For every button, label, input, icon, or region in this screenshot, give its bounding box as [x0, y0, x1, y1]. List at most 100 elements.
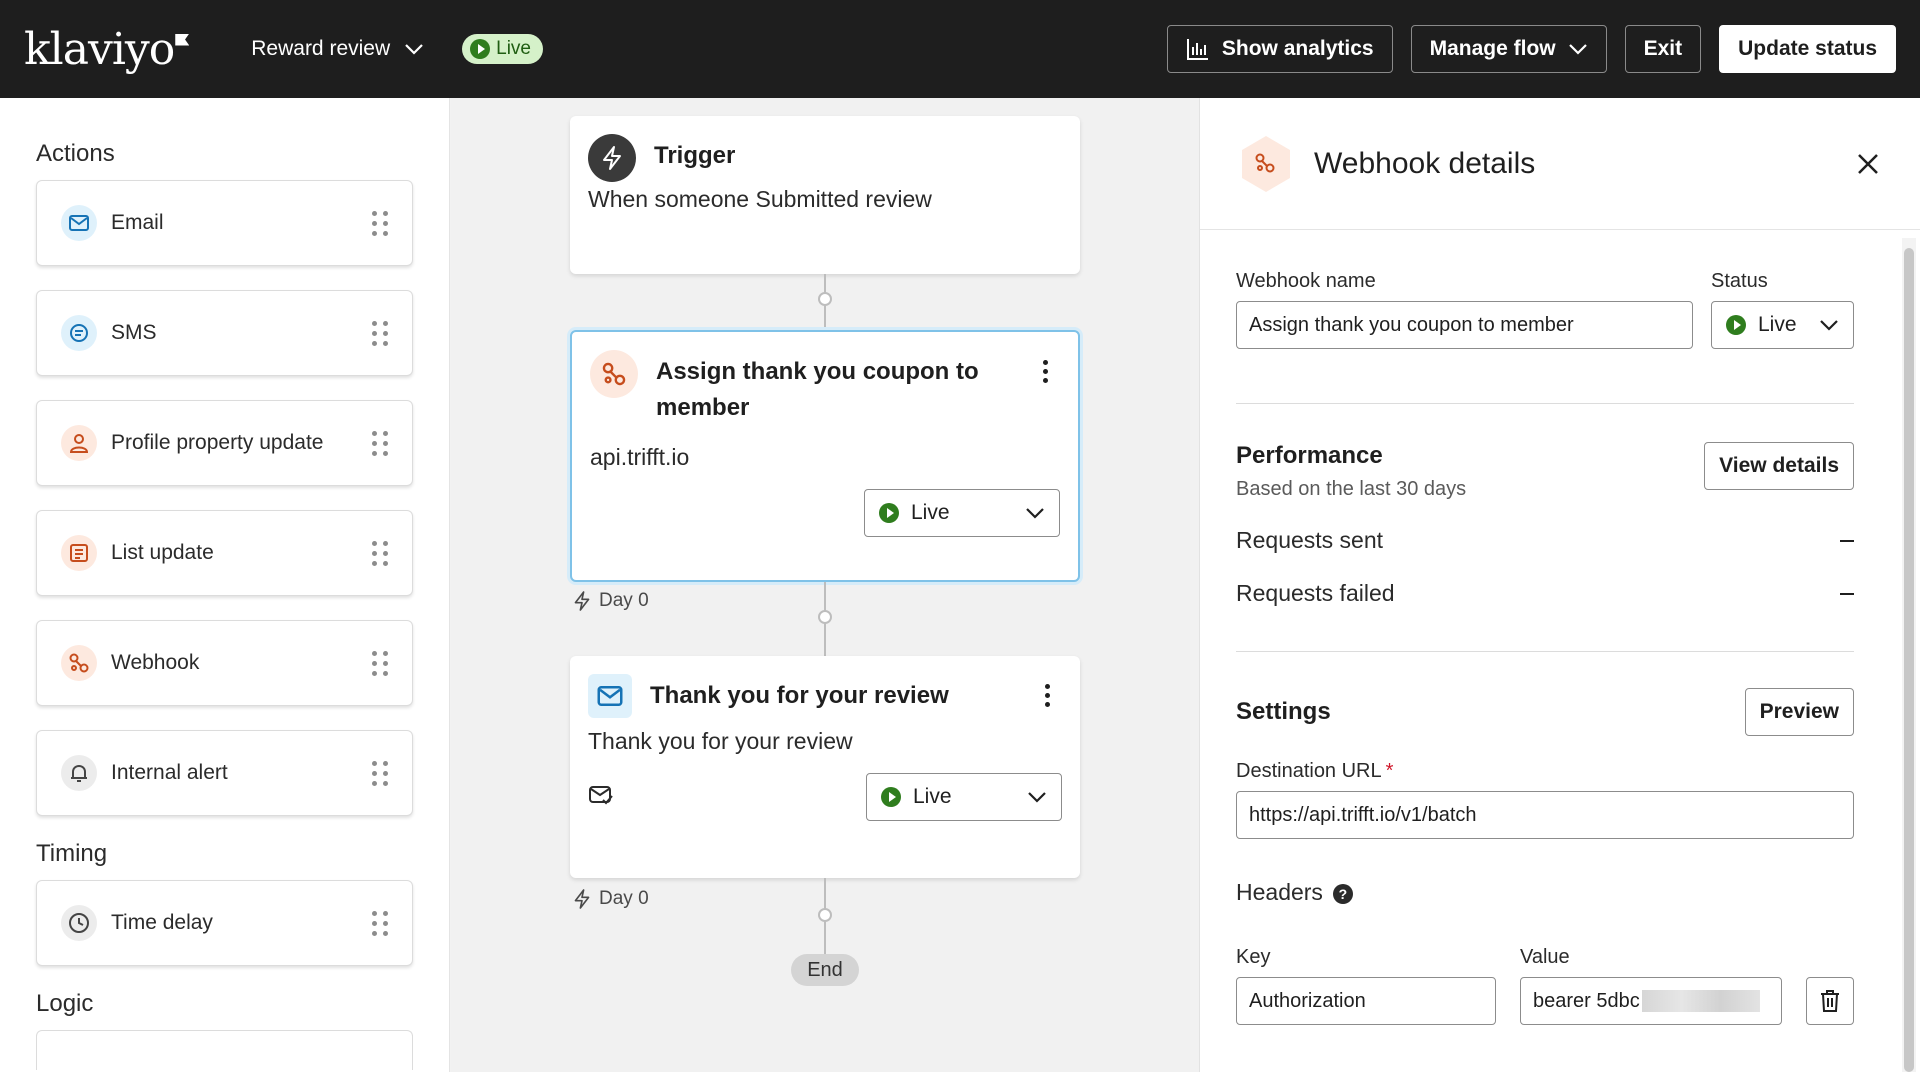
webhook-status-select[interactable]: Live	[1711, 301, 1854, 349]
bar-chart-icon	[1186, 39, 1208, 60]
destination-url-input[interactable]: https://api.trifft.io/v1/batch	[1236, 791, 1854, 839]
webhook-name-value: Assign thank you coupon to member	[1249, 313, 1574, 336]
add-step-dot[interactable]	[818, 292, 832, 306]
drag-handle-icon[interactable]	[372, 540, 388, 566]
requests-sent-row: Requests sent	[1236, 527, 1854, 554]
action-item-partial[interactable]	[36, 1030, 413, 1070]
drag-handle-icon[interactable]	[372, 910, 388, 936]
add-step-dot[interactable]	[818, 908, 832, 922]
preview-label: Preview	[1759, 700, 1839, 723]
masked-value	[1641, 990, 1760, 1012]
scrollbar-thumb[interactable]	[1904, 248, 1914, 1072]
email-node[interactable]: Thank you for your review Thank you for …	[570, 656, 1080, 878]
trigger-node[interactable]: Trigger When someone Submitted review	[570, 116, 1080, 274]
chevron-down-icon	[1028, 792, 1046, 803]
header-key-value: Authorization	[1249, 989, 1366, 1012]
empty-value-dash	[1840, 539, 1854, 542]
view-details-label: View details	[1719, 454, 1839, 477]
day-label: Day 0	[573, 888, 649, 910]
mail-check-icon	[588, 784, 614, 811]
flow-canvas[interactable]: Trigger When someone Submitted review As…	[451, 98, 1199, 1072]
view-details-button[interactable]: View details	[1704, 442, 1854, 490]
update-status-button[interactable]: Update status	[1719, 25, 1896, 73]
play-icon	[879, 503, 899, 523]
flow-name: Reward review	[251, 37, 391, 60]
webhook-node-title: Assign thank you coupon to member	[656, 358, 979, 421]
webhook-name-label: Webhook name	[1236, 270, 1376, 292]
webhook-node-status-select[interactable]: Live	[864, 489, 1060, 537]
exit-button[interactable]: Exit	[1624, 25, 1702, 73]
divider	[1236, 651, 1854, 652]
panel-title: Webhook details	[1314, 146, 1536, 180]
exit-label: Exit	[1643, 37, 1683, 60]
action-item-sms[interactable]: SMS	[36, 290, 413, 376]
headers-label: Headers?	[1236, 879, 1854, 906]
more-options-icon[interactable]	[1045, 674, 1062, 707]
performance-title: Performance	[1236, 442, 1383, 469]
update-status-label: Update status	[1738, 37, 1877, 60]
more-options-icon[interactable]	[1043, 350, 1060, 383]
chevron-down-icon	[1820, 320, 1838, 331]
status-select-value: Live	[913, 785, 952, 808]
drag-handle-icon[interactable]	[372, 430, 388, 456]
action-item-email[interactable]: Email	[36, 180, 413, 266]
drag-handle-icon[interactable]	[372, 760, 388, 786]
day-label: Day 0	[573, 590, 649, 612]
play-icon	[1726, 315, 1746, 335]
manage-flow-button[interactable]: Manage flow	[1410, 25, 1607, 73]
chevron-down-icon	[405, 44, 423, 55]
webhook-node[interactable]: Assign thank you coupon to member api.tr…	[570, 330, 1080, 582]
webhook-node-description: api.trifft.io	[590, 444, 690, 470]
end-pill: End	[791, 954, 859, 986]
add-step-dot[interactable]	[818, 610, 832, 624]
drag-handle-icon[interactable]	[372, 320, 388, 346]
help-icon[interactable]: ?	[1332, 883, 1353, 904]
action-item-label: Webhook	[111, 651, 200, 674]
klaviyo-logo[interactable]: klaviyo	[24, 23, 190, 75]
flow-name-dropdown[interactable]: Reward review	[251, 37, 424, 61]
day-label-text: Day 0	[599, 888, 649, 909]
webhook-name-input[interactable]: Assign thank you coupon to member	[1236, 301, 1693, 349]
headers-label-text: Headers	[1236, 879, 1323, 905]
lightning-icon	[574, 889, 590, 909]
drag-handle-icon[interactable]	[372, 650, 388, 676]
empty-value-dash	[1840, 592, 1854, 595]
preview-button[interactable]: Preview	[1744, 688, 1854, 736]
clock-icon	[61, 905, 97, 941]
lightning-icon	[574, 591, 590, 611]
delete-header-button[interactable]	[1806, 977, 1854, 1025]
header-key-input[interactable]: Authorization	[1236, 977, 1496, 1025]
destination-url-label: Destination URL *	[1236, 760, 1854, 783]
action-item-profile-property-update[interactable]: Profile property update	[36, 400, 413, 486]
action-item-label: Internal alert	[111, 761, 228, 784]
webhook-icon	[61, 645, 97, 681]
divider	[1236, 403, 1854, 404]
list-icon	[61, 535, 97, 571]
trigger-title: Trigger	[654, 142, 736, 169]
mail-icon	[588, 674, 632, 718]
play-icon	[470, 39, 491, 59]
destination-url-label-text: Destination URL	[1236, 760, 1382, 782]
timing-section-title: Timing	[36, 840, 108, 867]
logo-text: klaviyo	[24, 23, 175, 75]
panel-scrollbar[interactable]	[1902, 238, 1916, 1072]
manage-flow-label: Manage flow	[1429, 37, 1556, 60]
bell-icon	[61, 755, 97, 791]
action-item-webhook[interactable]: Webhook	[36, 620, 413, 706]
action-item-list-update[interactable]: List update	[36, 510, 413, 596]
logo-flag-icon	[175, 33, 190, 46]
drag-handle-icon[interactable]	[372, 210, 388, 236]
settings-title: Settings	[1236, 698, 1331, 725]
performance-subtitle: Based on the last 30 days	[1236, 478, 1467, 500]
email-node-status-select[interactable]: Live	[866, 773, 1062, 821]
header-value-input[interactable]: bearer 5dbc	[1520, 977, 1782, 1025]
action-item-internal-alert[interactable]: Internal alert	[36, 730, 413, 816]
lightning-icon	[588, 134, 636, 182]
action-item-time-delay[interactable]: Time delay	[36, 880, 413, 966]
show-analytics-button[interactable]: Show analytics	[1166, 25, 1393, 73]
close-icon[interactable]	[1852, 148, 1884, 180]
logic-section-title: Logic	[36, 990, 94, 1017]
header-value-label: Value	[1520, 946, 1570, 968]
top-actions: Show analytics Manage flow Exit Update s…	[1166, 25, 1896, 73]
actions-sidebar: Actions Email SMS Profile property updat…	[0, 98, 450, 1072]
